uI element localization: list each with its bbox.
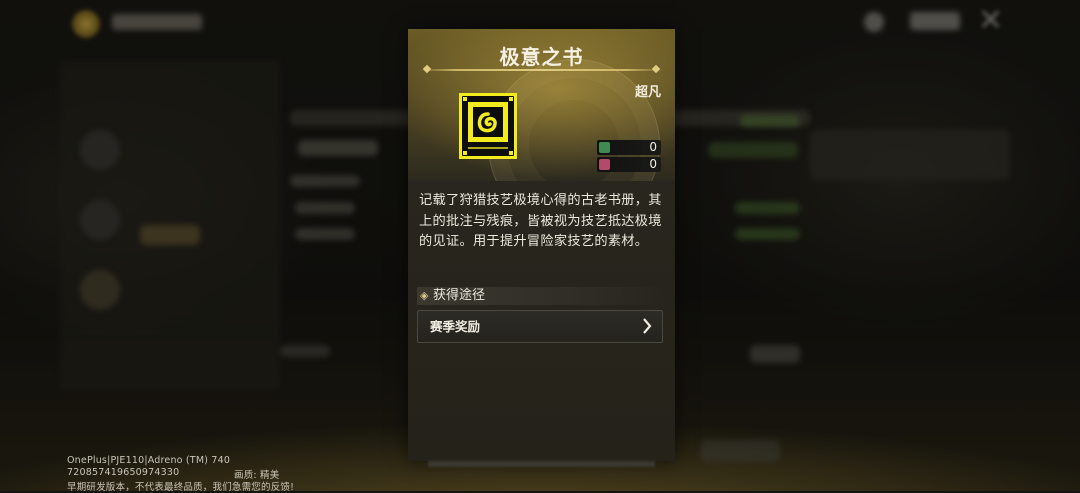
storage-counter: 0 <box>597 140 661 155</box>
source-season-reward-button[interactable]: 赛季奖励 <box>417 310 663 343</box>
acquisition-section-header: ◈ 获得途径 <box>417 287 666 305</box>
card-bottom-edge <box>428 461 655 467</box>
backpack-icon <box>599 159 610 170</box>
item-detail-card: 极意之书 超凡 0 0 记载了狩猎技艺极境心得的古老书册，其上的批注与残痕，皆被… <box>408 29 675 467</box>
device-watermark: OnePlus|PJE110|Adreno (TM) 740 <box>67 455 231 466</box>
diamond-marker-icon: ◈ <box>420 289 429 302</box>
storage-icon <box>599 142 610 153</box>
rarity-label: 超凡 <box>634 85 661 100</box>
source-label: 赛季奖励 <box>430 319 481 334</box>
inventory-counters: 0 0 <box>597 140 661 174</box>
backpack-counter: 0 <box>597 157 661 172</box>
build-id-watermark: 720857419650974330 <box>67 467 180 478</box>
title-divider <box>420 64 663 74</box>
chevron-right-icon <box>642 318 652 338</box>
item-description: 记载了狩猎技艺极境心得的古老书册，其上的批注与残痕，皆被视为技艺抵达极境的见证。… <box>419 193 662 249</box>
book-item-icon <box>459 93 517 159</box>
item-title: 极意之书 <box>499 45 584 69</box>
item-header: 极意之书 超凡 0 0 <box>408 29 675 181</box>
storage-count: 0 <box>649 140 657 154</box>
backpack-count: 0 <box>649 157 657 171</box>
acquisition-label: 获得途径 <box>433 288 486 303</box>
